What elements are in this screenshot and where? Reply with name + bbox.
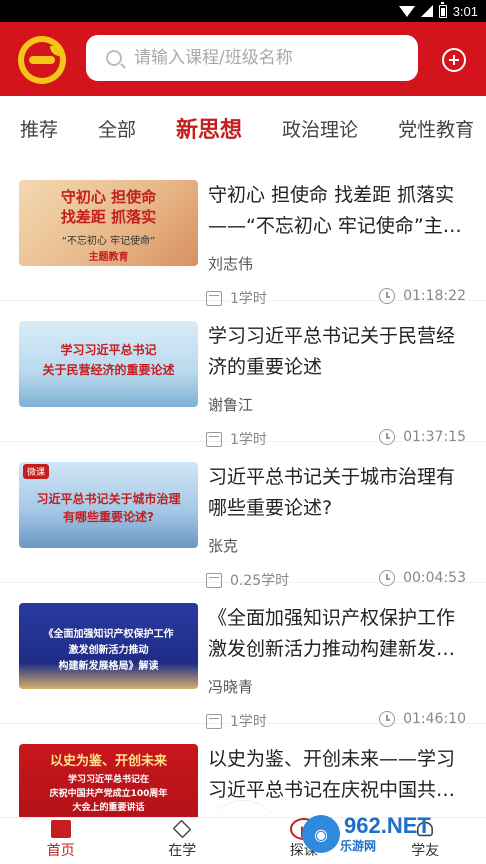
hours-text: 1学时 xyxy=(230,291,267,307)
tab-all[interactable]: 全部 xyxy=(98,115,136,142)
nav-label: 首页 xyxy=(46,843,75,859)
wifi-icon xyxy=(398,6,415,17)
course-thumbnail: 守初心 担使命 找差距 抓落实 “不忘初心 牢记使命” 主题教育 xyxy=(19,180,198,266)
nav-home[interactable]: 首页 xyxy=(0,818,122,864)
course-hours: 0.25学时 xyxy=(206,570,289,590)
course-hours: 1学时 xyxy=(206,288,267,308)
signal-icon xyxy=(420,5,433,17)
thumbnail-text: 构建新发展格局》解读 xyxy=(58,661,159,672)
course-author: 刘志伟 xyxy=(208,255,254,273)
course-title: 以史为鉴、开创未来——学习习近平总书记在庆祝中国共产党成立100周年大会上的重要… xyxy=(208,748,456,801)
course-item[interactable]: 学习习近平总书记 关于民营经济的重要论述 学习习近平总书记关于民营经济的重要论述… xyxy=(0,301,486,442)
hours-text: 1学时 xyxy=(230,432,267,448)
course-duration: 00:04:53 xyxy=(379,570,466,586)
thumbnail-text: 守初心 担使命 xyxy=(60,188,157,206)
tab-new-thought[interactable]: 新思想 xyxy=(176,112,242,144)
course-list: 守初心 担使命 找差距 抓落实 “不忘初心 牢记使命” 主题教育 守初心 担使命… xyxy=(0,160,486,817)
thumbnail-text: 主题教育 xyxy=(88,252,129,263)
course-title: 学习习近平总书记关于民营经济的重要论述 xyxy=(208,325,456,378)
hours-text: 1学时 xyxy=(230,714,267,730)
thumbnail-badge: 微课 xyxy=(23,464,50,479)
clock-icon xyxy=(379,288,396,304)
nav-label: 在学 xyxy=(168,843,197,859)
course-thumbnail: 学习习近平总书记 关于民营经济的重要论述 xyxy=(19,321,198,407)
clock-icon xyxy=(379,429,396,445)
thumbnail-text: 《全面加强知识产权保护工作 xyxy=(43,629,174,640)
calendar-icon xyxy=(206,431,222,447)
search-input[interactable] xyxy=(134,48,404,68)
course-duration: 01:46:10 xyxy=(379,711,466,727)
thumbnail-text: 学习习近平总书记 xyxy=(60,343,157,357)
category-tabs: 推荐 全部 新思想 政治理论 党性教育 xyxy=(0,96,486,160)
course-title: 守初心 担使命 找差距 抓落实 ——“不忘初心 牢记使命”主题教育 xyxy=(208,184,462,237)
watermark-sub: 乐游网 xyxy=(340,838,377,853)
course-duration: 01:37:15 xyxy=(379,429,466,445)
pen-icon xyxy=(172,819,192,839)
course-thumbnail: 微课 习近平总书记关于城市治理 有哪些重要论述? xyxy=(19,462,198,548)
thumbnail-text: 庆祝中国共产党成立100周年 xyxy=(49,789,168,799)
hours-text: 0.25学时 xyxy=(230,573,290,589)
battery-icon xyxy=(438,1,447,18)
thumbnail-text: 大会上的重要讲话 xyxy=(72,803,145,813)
course-duration: 01:18:22 xyxy=(379,288,466,304)
course-author: 张克 xyxy=(208,537,239,555)
course-author: 谢鲁江 xyxy=(208,396,254,414)
home-icon xyxy=(50,820,71,838)
course-item[interactable]: 守初心 担使命 找差距 抓落实 “不忘初心 牢记使命” 主题教育 守初心 担使命… xyxy=(0,160,486,301)
thumbnail-text: 关于民营经济的重要论述 xyxy=(42,363,175,377)
tab-recommend[interactable]: 推荐 xyxy=(20,115,58,142)
tab-party-education[interactable]: 党性教育 xyxy=(398,115,474,142)
duration-text: 00:04:53 xyxy=(403,570,466,586)
course-title: 《全面加强知识产权保护工作 激发创新活力推动构建新发展格局》解读 xyxy=(208,607,456,660)
course-hours: 1学时 xyxy=(206,429,267,449)
thumbnail-text: 激发创新活力推动 xyxy=(68,645,149,656)
thumbnail-text: 找差距 抓落实 xyxy=(60,208,157,226)
watermark-brand: 962.NET xyxy=(344,812,431,838)
duration-text: 01:46:10 xyxy=(403,711,466,727)
search-bar[interactable] xyxy=(86,35,418,81)
app-header xyxy=(0,22,486,96)
status-time: 3:01 xyxy=(452,3,478,19)
calendar-icon xyxy=(206,572,222,588)
calendar-icon xyxy=(206,713,222,729)
search-icon xyxy=(106,50,122,66)
watermark-logo-icon: ◉ xyxy=(302,815,340,853)
calendar-icon xyxy=(206,290,222,306)
course-item[interactable]: 微课 习近平总书记关于城市治理 有哪些重要论述? 习近平总书记关于城市治理有哪些… xyxy=(0,442,486,583)
course-thumbnail: 以史为鉴、开创未来 学习习近平总书记在 庆祝中国共产党成立100周年 大会上的重… xyxy=(19,744,198,817)
course-author: 冯晓青 xyxy=(208,678,254,696)
status-bar: 3:01 xyxy=(0,0,486,22)
clock-icon xyxy=(379,711,396,727)
nav-studying[interactable]: 在学 xyxy=(122,818,244,864)
thumbnail-text: 以史为鉴、开创未来 xyxy=(49,754,167,769)
course-item[interactable]: 《全面加强知识产权保护工作 激发创新活力推动 构建新发展格局》解读 《全面加强知… xyxy=(0,583,486,724)
watermark: ◉ 962.NET 乐游网 xyxy=(302,812,478,856)
course-thumbnail: 《全面加强知识产权保护工作 激发创新活力推动 构建新发展格局》解读 xyxy=(19,603,198,689)
thumbnail-text: 学习习近平总书记在 xyxy=(67,775,149,785)
course-title: 习近平总书记关于城市治理有哪些重要论述? xyxy=(208,466,456,519)
duration-text: 01:18:22 xyxy=(403,288,466,304)
party-emblem-icon[interactable] xyxy=(18,36,66,84)
duration-text: 01:37:15 xyxy=(403,429,466,445)
course-hours: 1学时 xyxy=(206,711,267,731)
clock-icon xyxy=(379,570,396,586)
plus-circle-icon[interactable] xyxy=(442,48,466,72)
thumbnail-text: “不忘初心 牢记使命” xyxy=(61,236,156,247)
thumbnail-text: 习近平总书记关于城市治理 xyxy=(36,492,181,506)
thumbnail-text: 有哪些重要论述? xyxy=(63,510,154,524)
tab-political-theory[interactable]: 政治理论 xyxy=(282,115,358,142)
